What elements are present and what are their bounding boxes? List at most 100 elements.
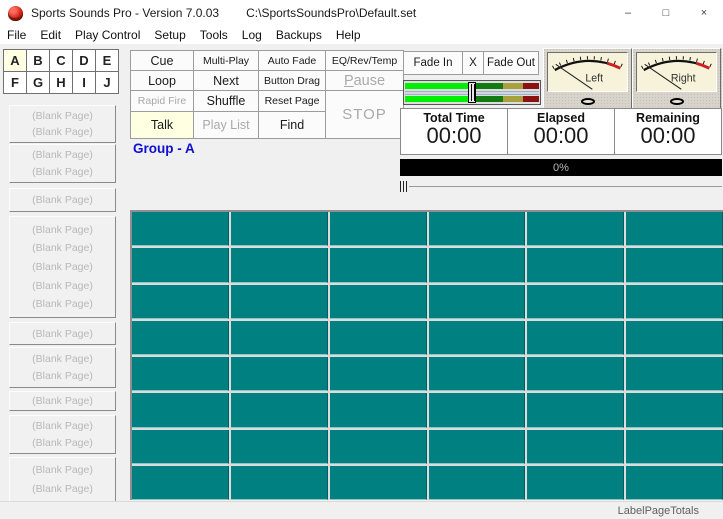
sound-button[interactable] (231, 393, 328, 427)
page-button[interactable]: (Blank Page) (10, 242, 115, 254)
loop-button[interactable]: Loop (131, 71, 193, 90)
menu-item-tools[interactable]: Tools (193, 28, 235, 42)
sound-button[interactable] (527, 393, 624, 427)
group-button-j[interactable]: J (96, 72, 118, 93)
sound-button[interactable] (231, 321, 328, 355)
page-button[interactable]: (Blank Page) (10, 464, 115, 476)
stop-button[interactable]: STOP (326, 91, 403, 138)
sound-button[interactable] (626, 466, 723, 500)
page-button[interactable]: (Blank Page) (10, 280, 115, 292)
sound-button[interactable] (330, 285, 427, 319)
sound-button[interactable] (231, 212, 328, 246)
sound-button[interactable] (330, 212, 427, 246)
eq-button[interactable]: EQ/Rev/Temp (326, 51, 403, 70)
page-button-group[interactable]: (Blank Page)(Blank Page) (9, 457, 116, 502)
sound-button[interactable] (429, 248, 526, 282)
pause-button[interactable]: Pause (326, 71, 403, 90)
volume-slider[interactable] (403, 80, 541, 105)
find-button[interactable]: Find (259, 112, 325, 138)
group-button-c[interactable]: C (50, 50, 72, 71)
sound-button[interactable] (527, 321, 624, 355)
sound-button[interactable] (132, 466, 229, 500)
page-button[interactable]: (Blank Page) (10, 261, 115, 273)
page-button-group[interactable]: (Blank Page)(Blank Page) (9, 105, 116, 143)
page-button-group[interactable]: (Blank Page)(Blank Page) (9, 144, 116, 183)
menu-item-file[interactable]: File (0, 28, 33, 42)
menu-item-edit[interactable]: Edit (33, 28, 68, 42)
multi-button[interactable]: Multi-Play (194, 51, 258, 70)
sound-button[interactable] (330, 321, 427, 355)
sound-button[interactable] (132, 321, 229, 355)
menu-item-backups[interactable]: Backups (269, 28, 329, 42)
playlist-button[interactable]: Play List (194, 112, 258, 138)
sound-button[interactable] (330, 248, 427, 282)
drag-button[interactable]: Button Drag (259, 71, 325, 90)
group-button-i[interactable]: I (73, 72, 95, 93)
sound-button[interactable] (132, 393, 229, 427)
page-button[interactable]: (Blank Page) (10, 353, 115, 365)
sound-button[interactable] (429, 393, 526, 427)
sound-button[interactable] (231, 285, 328, 319)
sound-button[interactable] (527, 212, 624, 246)
group-button-f[interactable]: F (4, 72, 26, 93)
sound-button[interactable] (626, 285, 723, 319)
sound-button[interactable] (527, 466, 624, 500)
sound-button[interactable] (330, 430, 427, 464)
volume-thumb[interactable] (468, 82, 476, 103)
sound-button[interactable] (231, 357, 328, 391)
sound-button[interactable] (429, 466, 526, 500)
group-button-g[interactable]: G (27, 72, 49, 93)
talk-button[interactable]: Talk (131, 112, 193, 138)
sound-button[interactable] (527, 285, 624, 319)
page-button[interactable]: (Blank Page) (10, 395, 115, 407)
sound-button[interactable] (527, 357, 624, 391)
page-button[interactable]: (Blank Page) (10, 298, 115, 310)
sound-button[interactable] (231, 466, 328, 500)
page-button-group[interactable]: (Blank Page) (Blank Page) (Blank Page) (Bla… (9, 216, 116, 318)
sound-button[interactable] (626, 212, 723, 246)
sound-button[interactable] (231, 248, 328, 282)
page-button[interactable]: (Blank Page) (10, 224, 115, 236)
menu-item-play-control[interactable]: Play Control (68, 28, 147, 42)
sound-button[interactable] (330, 393, 427, 427)
sound-button[interactable] (132, 430, 229, 464)
seek-trackbar[interactable] (400, 181, 722, 193)
page-button[interactable]: (Blank Page) (10, 110, 115, 122)
sound-button[interactable] (429, 430, 526, 464)
sound-button[interactable] (626, 357, 723, 391)
close-button[interactable]: × (685, 0, 723, 26)
group-button-a[interactable]: A (4, 50, 26, 71)
sound-button[interactable] (429, 357, 526, 391)
auto-button[interactable]: Auto Fade (259, 51, 325, 70)
sound-button[interactable] (429, 285, 526, 319)
minimize-button[interactable]: – (609, 0, 647, 26)
sound-button[interactable] (626, 248, 723, 282)
group-button-d[interactable]: D (73, 50, 95, 71)
fade-out-button[interactable]: Fade Out (483, 51, 539, 75)
menu-item-setup[interactable]: Setup (147, 28, 192, 42)
sound-button[interactable] (330, 357, 427, 391)
page-button-group[interactable]: (Blank Page) (9, 391, 116, 411)
fade-in-button[interactable]: Fade In (403, 51, 463, 75)
seek-thumb[interactable] (400, 181, 409, 192)
reset-button[interactable]: Reset Page (259, 91, 325, 111)
page-button[interactable]: (Blank Page) (10, 437, 115, 449)
menu-item-help[interactable]: Help (329, 28, 368, 42)
fade-cancel-button[interactable]: X (462, 51, 484, 75)
sound-button[interactable] (626, 393, 723, 427)
rapid-button[interactable]: Rapid Fire (131, 91, 193, 111)
sound-button[interactable] (132, 212, 229, 246)
page-button[interactable]: (Blank Page) (10, 328, 115, 340)
sound-button[interactable] (626, 321, 723, 355)
sound-button[interactable] (527, 248, 624, 282)
page-button[interactable]: (Blank Page) (10, 420, 115, 432)
group-button-e[interactable]: E (96, 50, 118, 71)
group-button-b[interactable]: B (27, 50, 49, 71)
page-button[interactable]: (Blank Page) (10, 370, 115, 382)
maximize-button[interactable]: □ (647, 0, 685, 26)
sound-button[interactable] (527, 430, 624, 464)
sound-button[interactable] (330, 466, 427, 500)
page-button-group[interactable]: (Blank Page) (Blank Page) (9, 415, 116, 454)
page-button-group[interactable]: (Blank Page) (9, 188, 116, 212)
page-button[interactable]: (Blank Page) (10, 149, 115, 161)
